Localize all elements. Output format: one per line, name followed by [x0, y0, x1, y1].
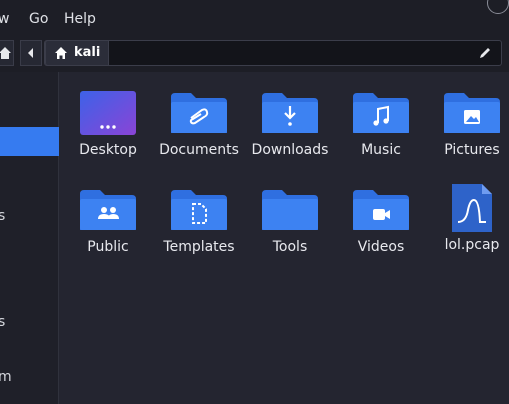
sidebar: s s m	[0, 72, 59, 404]
menu-view[interactable]: w	[0, 11, 9, 27]
sidebar-item-label[interactable]: m	[0, 369, 12, 385]
file-label: Pictures	[444, 142, 500, 158]
downloads-folder-icon	[262, 93, 318, 133]
home-icon	[0, 47, 11, 59]
menu-bar: w Go Help	[0, 0, 509, 38]
sidebar-item-label[interactable]: s	[0, 314, 5, 330]
file-label: Documents	[159, 142, 239, 158]
breadcrumb-home[interactable]: kali	[26, 40, 109, 66]
public-folder-icon	[80, 190, 136, 230]
file-item-videos[interactable]: Videos	[337, 186, 425, 255]
chevron-left-icon	[28, 48, 33, 58]
back-button[interactable]	[20, 40, 42, 66]
file-label: Tools	[272, 239, 308, 255]
file-label: Public	[87, 239, 129, 255]
sidebar-item-active[interactable]	[0, 127, 59, 156]
menu-help[interactable]: Help	[64, 11, 96, 27]
file-item-public[interactable]: Public	[64, 186, 152, 255]
edit-location-icon[interactable]	[478, 46, 492, 60]
file-item-templates[interactable]: Templates	[155, 186, 243, 255]
file-item-music[interactable]: Music	[337, 89, 425, 158]
folder-icon	[262, 190, 318, 230]
breadcrumb-label: kali	[74, 45, 101, 60]
file-item-pictures[interactable]: Pictures	[428, 89, 509, 158]
templates-folder-icon	[171, 190, 227, 230]
file-item-desktop[interactable]: Desktop	[64, 89, 152, 158]
up-button[interactable]	[0, 40, 14, 66]
file-label: Downloads	[251, 142, 329, 158]
menu-go[interactable]: Go	[29, 11, 48, 27]
window-close-button[interactable]	[487, 0, 509, 14]
videos-folder-icon	[353, 190, 409, 230]
file-label: Videos	[357, 239, 405, 255]
documents-folder-icon	[171, 93, 227, 133]
sidebar-item-label[interactable]: s	[0, 208, 5, 224]
path-bar: kali	[26, 40, 502, 66]
file-label: Templates	[163, 239, 235, 255]
file-item-documents[interactable]: Documents	[155, 89, 243, 158]
file-label: lol.pcap	[444, 237, 500, 253]
file-item-downloads[interactable]: Downloads	[246, 89, 334, 158]
toolbar: kali	[0, 38, 509, 72]
desktop-folder-icon	[80, 91, 136, 135]
file-item-lol-pcap[interactable]: lol.pcap	[428, 182, 509, 253]
pictures-folder-icon	[444, 93, 500, 133]
home-icon	[55, 47, 67, 59]
pcap-file-icon	[452, 184, 492, 232]
file-label: Desktop	[79, 142, 137, 158]
file-label: Music	[361, 142, 401, 158]
music-folder-icon	[353, 93, 409, 133]
file-item-tools[interactable]: Tools	[246, 186, 334, 255]
